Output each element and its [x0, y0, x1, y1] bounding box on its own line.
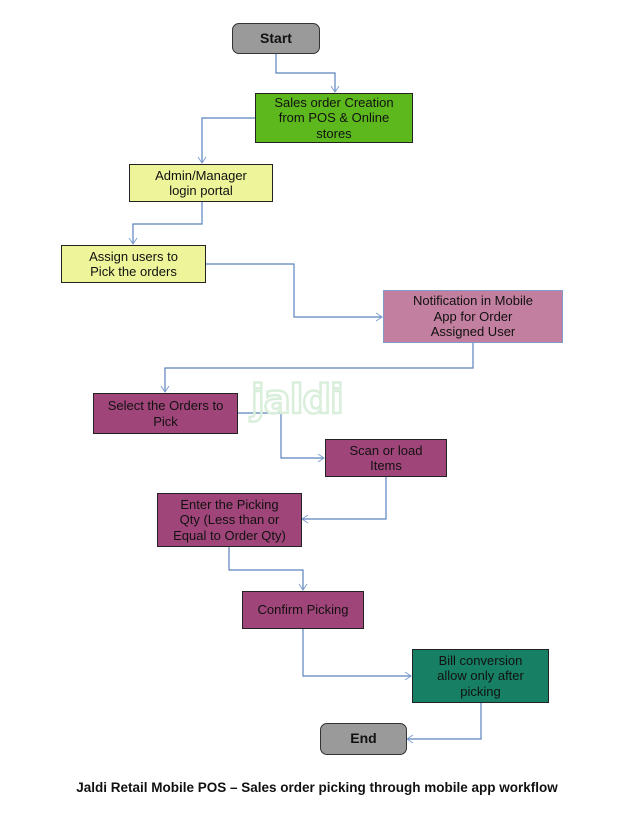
- workflow-diagram: jaldi Start Sales order Creation from PO…: [0, 0, 634, 822]
- jaldi-watermark-logo: jaldi: [250, 377, 345, 423]
- edge-bill-conversion-to-end: [406, 702, 482, 744]
- edge-admin-login-to-assign-users: [128, 201, 203, 245]
- confirm-picking-node: Confirm Picking: [242, 591, 364, 629]
- edge-confirm-picking-to-bill-conversion: [302, 628, 412, 681]
- scan-items-node: Scan or load Items: [325, 439, 447, 477]
- edge-scan-items-to-enter-qty: [301, 476, 387, 524]
- diagram-caption: Jaldi Retail Mobile POS – Sales order pi…: [76, 780, 558, 795]
- start-node: Start: [232, 23, 320, 54]
- edge-start-to-sales-order-creation: [275, 53, 340, 93]
- select-orders-node: Select the Orders to Pick: [93, 393, 238, 434]
- bill-conversion-node: Bill conversion allow only after picking: [412, 649, 549, 703]
- edge-enter-qty-to-confirm-picking: [228, 546, 308, 591]
- notification-node: Notification in Mobile App for Order Ass…: [383, 290, 563, 343]
- sales-order-creation-node: Sales order Creation from POS & Online s…: [255, 93, 413, 143]
- edge-assign-users-to-notification: [205, 263, 383, 322]
- end-node: End: [320, 723, 407, 755]
- enter-picking-qty-node: Enter the Picking Qty (Less than or Equa…: [157, 493, 302, 547]
- assign-users-node: Assign users to Pick the orders: [61, 245, 206, 283]
- admin-login-node: Admin/Manager login portal: [129, 164, 273, 202]
- edge-sales-order-creation-to-admin-login: [197, 117, 255, 164]
